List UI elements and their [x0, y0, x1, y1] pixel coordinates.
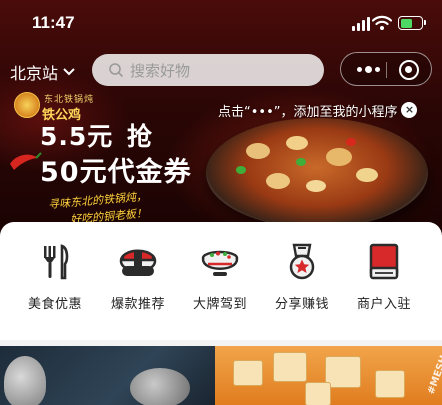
status-bar: 11:47	[0, 0, 442, 48]
close-miniprogram-icon[interactable]	[399, 60, 419, 80]
medal-icon	[289, 243, 315, 280]
category-label: 美食优惠	[27, 297, 82, 312]
feed-card-image-right[interactable]: #MESH	[215, 346, 442, 405]
brand-logo	[14, 92, 40, 118]
promo-price-line: 5.5元 抢	[40, 117, 153, 153]
spoon-image	[4, 356, 46, 405]
promo-grab: 抢	[127, 122, 154, 151]
promo-price: 5.5元	[40, 122, 114, 151]
category-label: 分享赚钱	[274, 297, 329, 312]
miniprogram-capsule	[340, 52, 432, 86]
search-input[interactable]: 搜索好物	[92, 54, 324, 86]
feed-card-image-left[interactable]	[0, 346, 215, 405]
search-icon	[109, 63, 124, 78]
add-to-miniprogram-tip: 点击“•••”，添加至我的小程序 ×	[218, 100, 418, 120]
category-label: 商户入驻	[356, 297, 411, 312]
more-options-icon[interactable]	[353, 60, 383, 78]
category-share-earn[interactable]: 分享赚钱	[262, 242, 342, 312]
city-selector[interactable]: 北京站	[10, 60, 76, 84]
city-name: 北京站	[10, 64, 59, 83]
bowl-icon	[201, 250, 239, 276]
category-merchant-join[interactable]: 商户入驻	[344, 242, 424, 312]
category-label: 爆款推荐	[110, 297, 165, 312]
battery-icon	[398, 16, 426, 30]
status-time: 11:47	[32, 13, 75, 32]
cellular-signal-icon	[352, 17, 370, 31]
wifi-icon	[372, 15, 392, 30]
chevron-down-icon	[63, 68, 75, 76]
brand-tag: #MESH	[426, 354, 442, 397]
hot-pot-image	[206, 118, 428, 228]
capsule-divider	[386, 62, 387, 78]
tip-close-icon[interactable]: ×	[401, 102, 418, 118]
search-placeholder: 搜索好物	[130, 61, 191, 80]
chili-icon	[10, 152, 42, 170]
book-icon	[369, 243, 399, 280]
category-hot-picks[interactable]: 爆款推荐	[98, 242, 178, 312]
spoon-image	[130, 368, 190, 405]
content-feed-preview[interactable]: #MESH	[0, 346, 442, 405]
category-food-deals[interactable]: 美食优惠	[15, 242, 95, 312]
category-label: 大牌驾到	[192, 297, 247, 312]
category-big-brands[interactable]: 大牌驾到	[180, 242, 260, 312]
fork-knife-icon	[44, 244, 69, 280]
tip-text: 点击“•••”，添加至我的小程序	[218, 104, 398, 120]
sushi-icon	[119, 249, 157, 276]
promo-voucher: 50元代金券	[40, 157, 192, 188]
category-card: 美食优惠 爆款推荐 大牌驾到 分享赚钱 商户入驻	[0, 222, 442, 340]
